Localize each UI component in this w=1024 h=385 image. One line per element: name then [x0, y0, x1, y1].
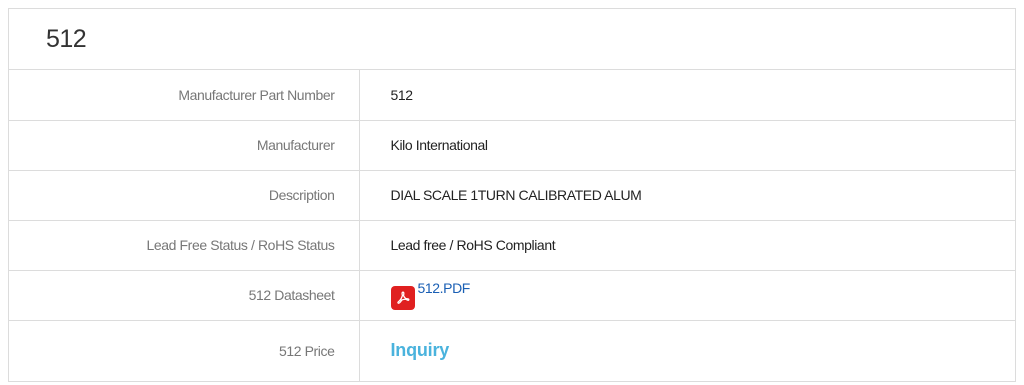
spec-label: Manufacturer [9, 120, 360, 171]
spec-value: DIAL SCALE 1TURN CALIBRATED ALUM [359, 170, 1015, 221]
price-label: 512 Price [9, 320, 360, 381]
spec-label: Description [9, 170, 360, 221]
datasheet-link[interactable]: 512.PDF [390, 280, 471, 310]
spec-value: 512 [359, 70, 1015, 121]
product-card: 512 Manufacturer Part Number 512 Manufac… [8, 8, 1016, 382]
spec-value: Kilo International [359, 120, 1015, 171]
spec-value: Lead free / RoHS Compliant [359, 220, 1015, 271]
table-row: 512 Price Inquiry [9, 320, 1015, 381]
spec-label: Manufacturer Part Number [9, 70, 360, 121]
inquiry-link[interactable]: Inquiry [391, 340, 450, 360]
spec-table: Manufacturer Part Number 512 Manufacture… [9, 70, 1015, 381]
spec-label: Lead Free Status / RoHS Status [9, 220, 360, 271]
table-row: Manufacturer Part Number 512 [9, 70, 1015, 121]
table-row: 512 Datasheet 512.PDF [9, 270, 1015, 321]
product-title: 512 [9, 9, 1015, 70]
table-row: Description DIAL SCALE 1TURN CALIBRATED … [9, 170, 1015, 221]
table-row: Manufacturer Kilo International [9, 120, 1015, 171]
pdf-icon [390, 286, 415, 310]
datasheet-cell: 512.PDF [359, 270, 1015, 321]
price-cell: Inquiry [359, 320, 1015, 381]
table-row: Lead Free Status / RoHS Status Lead free… [9, 220, 1015, 271]
datasheet-label: 512 Datasheet [9, 270, 360, 321]
datasheet-link-text[interactable]: 512.PDF [418, 280, 471, 296]
